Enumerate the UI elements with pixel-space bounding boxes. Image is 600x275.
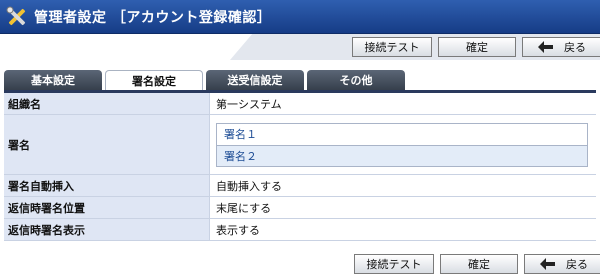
- tab-send-receive-settings[interactable]: 送受信設定: [206, 70, 304, 90]
- signature-list: 署名１ 署名２: [216, 122, 588, 167]
- page-title: 管理者設定 ［アカウント登録確認］: [34, 9, 272, 26]
- reply-display-label: 返信時署名表示: [4, 219, 210, 240]
- signature-value: 署名１ 署名２: [210, 115, 596, 174]
- tab-signature-settings[interactable]: 署名設定: [105, 70, 203, 90]
- bottom-button-row: 接続テスト 確定 戻る: [354, 254, 600, 274]
- tab-other[interactable]: その他: [307, 70, 405, 90]
- table-row: 組織名 第一システム: [4, 93, 596, 115]
- title-bar: 管理者設定 ［アカウント登録確認］: [0, 0, 600, 34]
- table-row: 返信時署名位置 末尾にする: [4, 197, 596, 219]
- tools-icon: [6, 6, 28, 28]
- table-row: 返信時署名表示 表示する: [4, 219, 596, 241]
- org-name-value: 第一システム: [210, 93, 596, 114]
- table-row: 署名 署名１ 署名２: [4, 115, 596, 175]
- settings-table: 組織名 第一システム 署名 署名１ 署名２ 署名自動挿入 自動挿入する 返信時署…: [4, 90, 596, 241]
- reply-position-label: 返信時署名位置: [4, 197, 210, 218]
- back-button-label: 戻る: [564, 41, 586, 54]
- tab-bar: 基本設定 署名設定 送受信設定 その他: [4, 70, 405, 90]
- signature-item[interactable]: 署名１: [217, 123, 587, 145]
- connection-test-button[interactable]: 接続テスト: [352, 37, 432, 57]
- back-button[interactable]: 戻る: [524, 254, 600, 274]
- back-button-label: 戻る: [566, 258, 588, 271]
- reply-display-value: 表示する: [210, 219, 596, 240]
- table-row: 署名自動挿入 自動挿入する: [4, 175, 596, 197]
- auto-insert-label: 署名自動挿入: [4, 175, 210, 196]
- connection-test-button[interactable]: 接続テスト: [354, 254, 434, 274]
- top-button-row: 接続テスト 確定 戻る: [352, 37, 600, 57]
- auto-insert-value: 自動挿入する: [210, 175, 596, 196]
- confirm-button[interactable]: 確定: [438, 37, 516, 57]
- back-button[interactable]: 戻る: [522, 37, 600, 57]
- arrow-left-icon: [538, 41, 554, 53]
- arrow-left-icon: [540, 258, 556, 270]
- confirm-button[interactable]: 確定: [440, 254, 518, 274]
- tab-basic-settings[interactable]: 基本設定: [4, 70, 102, 90]
- signature-label: 署名: [4, 115, 210, 174]
- org-name-label: 組織名: [4, 93, 210, 114]
- reply-position-value: 末尾にする: [210, 197, 596, 218]
- signature-item[interactable]: 署名２: [217, 144, 587, 166]
